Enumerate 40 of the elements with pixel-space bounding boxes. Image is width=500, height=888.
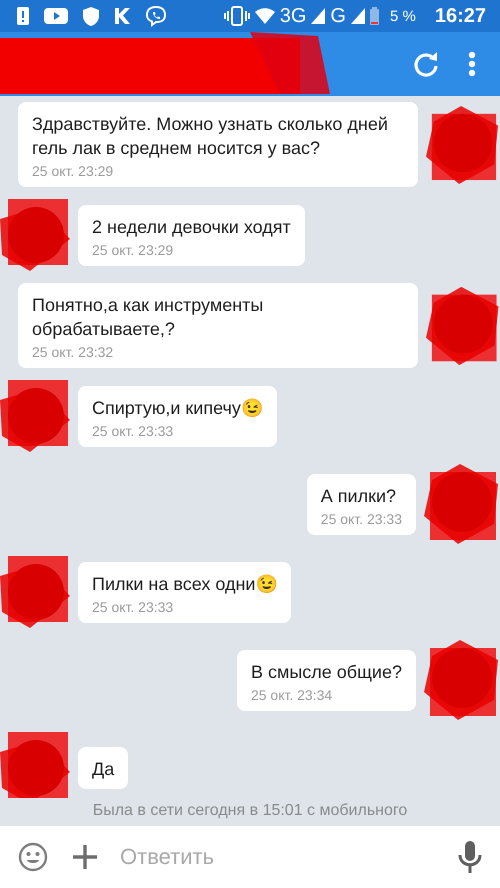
network-label: 3G xyxy=(280,4,306,28)
plus-icon xyxy=(72,844,98,870)
signal-icon xyxy=(311,8,326,24)
message-time: 25 окт. 23:33 xyxy=(92,598,174,614)
shield-icon xyxy=(82,6,100,26)
last-seen-status: Была в сети сегодня в 15:01 с мобильного xyxy=(92,801,408,821)
message-text: 2 недели девочки ходят xyxy=(92,216,291,238)
redaction-mark xyxy=(0,556,72,628)
alert-icon xyxy=(16,6,30,26)
battery-icon xyxy=(370,7,379,25)
message-text: Понятно,а как инструменты обрабатываете,? xyxy=(32,294,264,341)
message-text: Пилки на всех одни😉 xyxy=(92,572,278,596)
wifi-icon xyxy=(254,8,275,24)
k-logo-icon xyxy=(114,7,131,25)
message-text: А пилки? xyxy=(320,484,398,508)
redaction-mark xyxy=(0,732,72,798)
message-text: Спиртую,и кипечу😉 xyxy=(92,396,263,420)
message-time: 25 окт. 23:33 xyxy=(92,422,174,438)
signal-icon xyxy=(350,8,365,24)
message-text: Да xyxy=(92,758,114,781)
message-time: 25 окт. 23:34 xyxy=(250,686,334,702)
message-time: 25 окт. 23:29 xyxy=(32,163,114,179)
smiley-icon xyxy=(18,842,48,872)
message-text: В смысле общие? xyxy=(250,660,402,684)
network-label: G xyxy=(330,4,346,28)
refresh-icon xyxy=(412,50,440,78)
message-time: 25 окт. 23:33 xyxy=(320,510,402,526)
redaction-mark xyxy=(0,380,72,452)
battery-percent: 5 % xyxy=(390,8,416,24)
redaction-mark xyxy=(0,199,72,271)
reply-field[interactable]: Ответить xyxy=(118,843,438,871)
message-text: Здравствуйте. Можно узнать сколько дней гель лак в среднем носится у вас? xyxy=(32,113,389,160)
message-time: 25 окт. 23:29 xyxy=(92,242,174,258)
more-icon xyxy=(468,51,476,77)
video-play-icon xyxy=(44,7,68,25)
message-time: 25 окт. 23:32 xyxy=(32,344,114,360)
phone-bubble-icon xyxy=(145,5,167,27)
vibrate-icon xyxy=(224,6,250,26)
microphone-icon xyxy=(458,841,482,873)
clock-time: 16:27 xyxy=(434,4,486,28)
